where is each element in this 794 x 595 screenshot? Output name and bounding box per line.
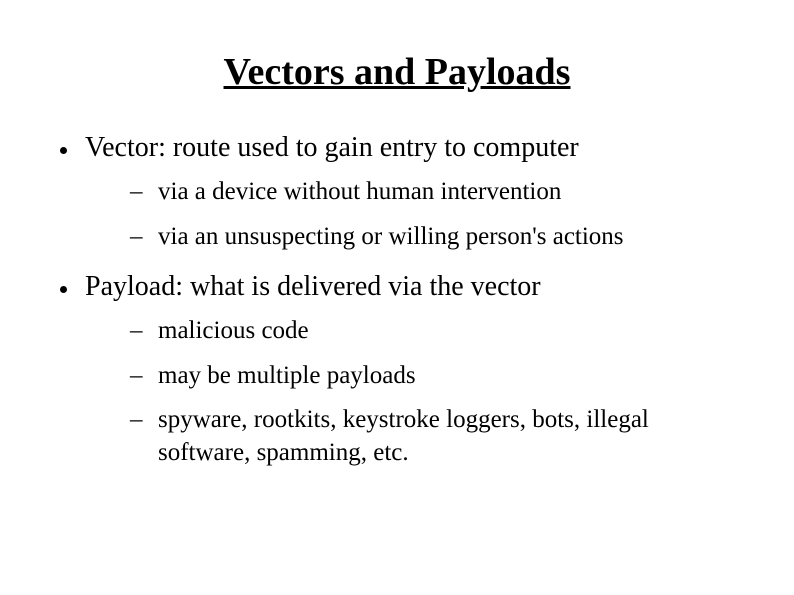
sub-bullet-text: malicious code [158,317,309,344]
sub-bullet-list: malicious code may be multiple payloads … [85,315,744,469]
bullet-text: Vector: route used to gain entry to comp… [85,132,579,163]
list-item: Payload: what is delivered via the vecto… [50,271,744,469]
list-item: via an unsuspecting or willing person's … [130,221,744,254]
sub-bullet-text: may be multiple payloads [158,362,416,389]
list-item: spyware, rootkits, keystroke loggers, bo… [130,404,744,469]
sub-bullet-text: spyware, rootkits, keystroke loggers, bo… [158,406,649,466]
bullet-list: Vector: route used to gain entry to comp… [50,132,744,469]
list-item: malicious code [130,315,744,348]
sub-bullet-text: via a device without human intervention [158,178,561,205]
sub-bullet-list: via a device without human intervention … [85,176,744,253]
list-item: Vector: route used to gain entry to comp… [50,132,744,253]
slide-container: Vectors and Payloads Vector: route used … [0,0,794,469]
list-item: via a device without human intervention [130,176,744,209]
sub-bullet-text: via an unsuspecting or willing person's … [158,223,624,250]
list-item: may be multiple payloads [130,360,744,393]
slide-title: Vectors and Payloads [50,50,744,94]
bullet-text: Payload: what is delivered via the vecto… [85,271,541,302]
